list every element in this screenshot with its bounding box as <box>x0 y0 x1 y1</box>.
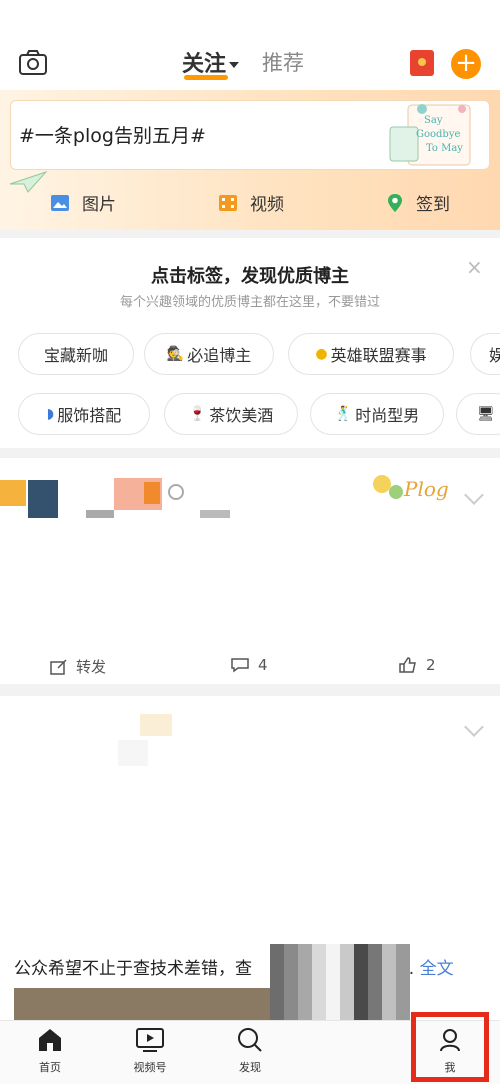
tag-chip-label: 娱 <box>489 346 500 365</box>
paper-plane-icon <box>9 170 48 193</box>
post-action-bar: 转发 4 2 <box>0 656 500 678</box>
post-body-snippet: 公众希望不止于查技术差错，查 <box>14 959 252 979</box>
blurred-badge <box>144 482 160 504</box>
video-icon <box>219 194 237 211</box>
image-button-label: 图片 <box>82 195 116 215</box>
blurred-avatar <box>0 480 26 506</box>
plus-icon[interactable]: + <box>451 49 481 79</box>
nav-video-channel-label: 视频号 <box>133 1061 167 1074</box>
tag-chip[interactable]: ◗ 服饰搭配 <box>18 393 150 435</box>
blurred-avatar <box>140 714 172 736</box>
wine-glass-icon: 🍷 <box>188 406 207 422</box>
tag-chip[interactable]: 娱 <box>470 333 500 375</box>
video-button-label: 视频 <box>250 195 284 215</box>
red-envelope-icon[interactable] <box>410 50 434 76</box>
dancer-icon: 🕺 <box>334 406 353 422</box>
chevron-down-icon[interactable] <box>464 717 484 737</box>
tab-follow[interactable]: 关注 <box>182 46 240 78</box>
tag-chip-label: 英雄联盟赛事 <box>330 346 427 365</box>
blurred-text <box>86 510 114 518</box>
thumbs-up-icon <box>399 657 416 673</box>
checkin-button-label: 签到 <box>416 195 450 215</box>
tag-chip[interactable]: 🕵 必追博主 <box>144 333 274 375</box>
active-tab-indicator <box>184 75 228 80</box>
close-icon[interactable]: × <box>466 255 483 279</box>
nav-home[interactable]: 首页 <box>20 1027 80 1075</box>
recommend-title: 点击标签，发现优质博主 <box>151 266 349 287</box>
comment-icon <box>231 658 249 673</box>
composer-input[interactable]: #一条plog告别五月# Say Goodbye To May <box>10 100 490 170</box>
tag-chip[interactable]: 🕺 时尚型男 <box>310 393 444 435</box>
monitor-icon: 🖥 <box>477 406 495 422</box>
cap-icon: ◗ <box>46 406 55 422</box>
pixelated-overlay <box>270 944 410 1020</box>
tab-follow-label: 关注 <box>182 52 227 77</box>
nav-discover-label: 发现 <box>239 1061 261 1074</box>
tag-chip[interactable]: 🖥 <box>456 393 500 435</box>
fulltext-link[interactable]: 全文 <box>420 959 454 979</box>
image-icon <box>51 194 69 211</box>
repost-label: 转发 <box>76 658 107 676</box>
blurred-avatar <box>28 480 58 518</box>
tag-chip-label: 服饰搭配 <box>57 406 122 425</box>
recommend-bloggers-card: 点击标签，发现优质博主 每个兴趣领域的优质博主都在这里，不要错过 × 宝藏新咖 … <box>0 238 500 448</box>
tag-chip-label: 宝藏新咖 <box>43 346 108 365</box>
repost-icon <box>50 658 67 675</box>
lemon-icon: ● <box>315 346 328 362</box>
location-pin-icon <box>388 193 402 212</box>
tag-chip[interactable]: ● 英雄联盟赛事 <box>288 333 454 375</box>
weibo-feed-screen: 关注 推荐 + #一条plog告别五月# Say Goodbye To May <box>0 0 500 1084</box>
like-button[interactable]: 2 <box>398 656 436 674</box>
chevron-down-icon <box>229 62 240 68</box>
topic-text: #一条plog告别五月# <box>19 125 206 147</box>
sticker-line-3: To May <box>426 143 463 154</box>
tag-chip[interactable]: 🍷 茶饮美酒 <box>164 393 298 435</box>
video-button[interactable]: 视频 <box>218 190 284 215</box>
repost-button[interactable]: 转发 <box>50 656 106 677</box>
chevron-down-icon[interactable] <box>464 485 484 505</box>
top-header: 关注 推荐 + <box>0 0 500 90</box>
plog-sticker-icon: Plog <box>373 475 449 501</box>
sticker-line-1: Say <box>424 115 443 126</box>
composer-banner: #一条plog告别五月# Say Goodbye To May 图片 视频 签到 <box>0 90 500 230</box>
home-icon <box>39 1029 61 1051</box>
tag-chip-label: 茶饮美酒 <box>209 406 274 425</box>
recommend-subtitle: 每个兴趣领域的优质博主都在这里，不要错过 <box>119 295 380 310</box>
video-channel-icon <box>136 1028 164 1052</box>
plog-sticker-text: Plog <box>403 477 449 501</box>
nav-video-channel[interactable]: 视频号 <box>120 1027 180 1075</box>
goodbye-may-sticker-icon: Say Goodbye To May <box>389 104 471 166</box>
tag-chip[interactable]: 宝藏新咖 <box>18 333 134 375</box>
nav-home-label: 首页 <box>39 1061 61 1074</box>
comment-button[interactable]: 4 <box>230 656 268 674</box>
highlight-box <box>411 1012 489 1082</box>
feed-post[interactable]: 公众希望不止于查技术差错，查... 全文 <box>0 696 500 1020</box>
feed-post[interactable]: Plog 转发 4 2 <box>0 458 500 684</box>
tag-chip-label: 时尚型男 <box>355 406 420 425</box>
sticker-line-2: Goodbye <box>416 129 460 140</box>
badge-icon <box>168 484 184 500</box>
blurred-name <box>118 740 148 766</box>
like-count: 2 <box>426 656 436 674</box>
tag-chip-label: 必追博主 <box>187 346 252 365</box>
image-button[interactable]: 图片 <box>50 190 116 215</box>
checkin-button[interactable]: 签到 <box>386 190 450 215</box>
comment-count: 4 <box>258 656 268 674</box>
blurred-text <box>200 510 230 518</box>
search-icon <box>238 1028 262 1052</box>
camera-icon[interactable] <box>18 48 48 76</box>
post-image[interactable] <box>14 988 276 1020</box>
detective-icon: 🕵 <box>166 346 185 362</box>
nav-discover[interactable]: 发现 <box>220 1027 280 1075</box>
tab-recommend[interactable]: 推荐 <box>262 47 304 77</box>
